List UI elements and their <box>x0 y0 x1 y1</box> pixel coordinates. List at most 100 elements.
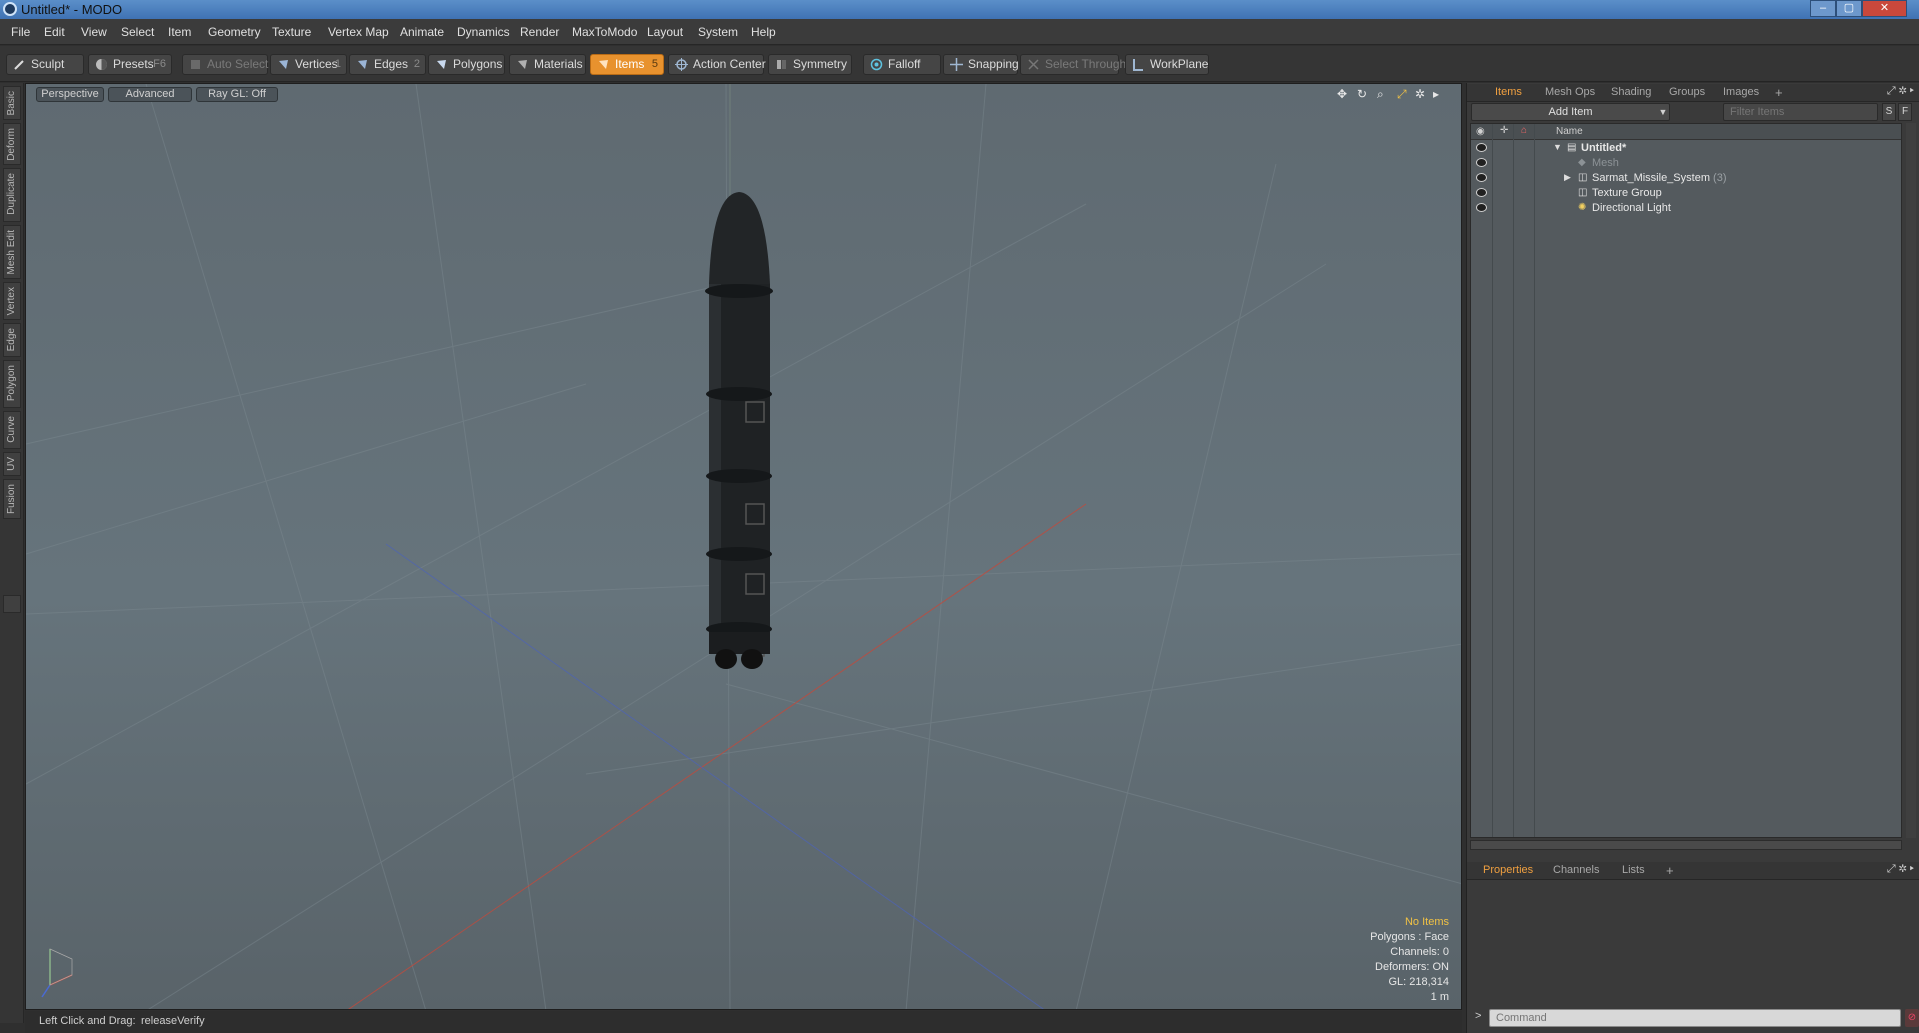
close-button[interactable]: ✕ <box>1862 0 1907 17</box>
move-view-icon[interactable]: ✥ <box>1337 87 1347 101</box>
tab-collapse[interactable] <box>3 595 21 613</box>
auto-select-button[interactable]: Auto Select <box>182 54 268 75</box>
shading-mode-dropdown[interactable]: Advanced <box>108 87 192 102</box>
tab-uv-label: UV <box>6 457 17 471</box>
symmetry-button[interactable]: Symmetry <box>768 54 852 75</box>
eye-icon[interactable] <box>1476 188 1487 197</box>
tab-uv[interactable]: UV <box>3 452 21 476</box>
main-toolbar: Sculpt Presets F6 Auto Select Vertices 1… <box>0 46 1919 82</box>
expander-icon[interactable]: ▼ <box>1553 142 1562 152</box>
chevron-down-icon[interactable]: ▼ <box>1655 103 1671 121</box>
action-center-button[interactable]: Action Center <box>668 54 766 75</box>
edges-button[interactable]: Edges 2 <box>349 54 426 75</box>
presets-button[interactable]: Presets F6 <box>88 54 172 75</box>
item-row-sarmat[interactable]: ▶ ◫ Sarmat_Missile_System (3) <box>1471 171 1901 186</box>
tab-basic[interactable]: Basic <box>3 86 21 120</box>
perspective-dropdown[interactable]: Perspective <box>36 87 104 102</box>
stop-icon[interactable]: ⊘ <box>1905 1009 1919 1027</box>
panel-options-icon[interactable]: ⤢ ✲ ▸ <box>1887 863 1914 876</box>
tab-properties[interactable]: Properties <box>1483 864 1533 876</box>
materials-label: Materials <box>534 57 583 71</box>
falloff-button[interactable]: Falloff <box>863 54 941 75</box>
minimize-button[interactable]: – <box>1810 0 1836 17</box>
item-label: Mesh <box>1592 157 1619 169</box>
item-tree-scrollbar[interactable] <box>1906 123 1916 838</box>
menu-geometry[interactable]: Geometry <box>208 25 261 39</box>
menu-layout[interactable]: Layout <box>647 25 683 39</box>
axis-gizmo <box>41 948 73 998</box>
filter-s-button[interactable]: S <box>1882 103 1896 121</box>
expander-icon[interactable]: ▶ <box>1564 172 1571 183</box>
menu-maxtomodo[interactable]: MaxToModo <box>572 25 637 39</box>
tab-curve-label: Curve <box>6 416 17 443</box>
tab-items[interactable]: Items <box>1495 86 1522 98</box>
menu-system[interactable]: System <box>698 25 738 39</box>
tab-polygon[interactable]: Polygon <box>3 360 21 408</box>
items-button[interactable]: Items 5 <box>590 54 664 75</box>
item-row-mesh[interactable]: ◆ Mesh <box>1471 156 1901 171</box>
tab-shading[interactable]: Shading <box>1611 86 1651 98</box>
eye-icon[interactable] <box>1476 143 1487 152</box>
workplane-button[interactable]: WorkPlane <box>1125 54 1209 75</box>
menu-help[interactable]: Help <box>751 25 776 39</box>
menu-view[interactable]: View <box>81 25 107 39</box>
menu-select[interactable]: Select <box>121 25 154 39</box>
tab-curve[interactable]: Curve <box>3 411 21 449</box>
filter-f-button[interactable]: F <box>1898 103 1912 121</box>
filter-items-input[interactable] <box>1723 103 1878 121</box>
settings-icon[interactable]: ✲ <box>1415 87 1425 101</box>
3d-viewport[interactable]: Perspective Advanced Ray GL: Off ✥ ↻ ⌕ ⤢… <box>25 83 1462 1010</box>
tab-mesh-edit[interactable]: Mesh Edit <box>3 225 21 279</box>
item-tree-hscrollbar[interactable] <box>1470 840 1902 850</box>
add-tab-button[interactable]: + <box>1775 85 1783 100</box>
eye-icon[interactable] <box>1476 173 1487 182</box>
menu-file[interactable]: File <box>11 25 30 39</box>
tab-edge[interactable]: Edge <box>3 323 21 357</box>
properties-panel-tabs: Properties Channels Lists + ⤢ ✲ ▸ <box>1467 862 1919 880</box>
menu-texture[interactable]: Texture <box>272 25 311 39</box>
add-item-button[interactable]: Add Item <box>1471 103 1670 121</box>
menu-vertex-map[interactable]: Vertex Map <box>328 25 389 39</box>
tab-deform[interactable]: Deform <box>3 123 21 165</box>
name-column-header[interactable]: Name <box>1556 126 1583 137</box>
panel-options-icon[interactable]: ⤢ ✲ ▸ <box>1887 85 1914 98</box>
select-through-label: Select Through <box>1045 57 1127 71</box>
polygons-button[interactable]: Polygons <box>428 54 505 75</box>
tab-mesh-ops[interactable]: Mesh Ops <box>1545 86 1595 98</box>
eye-icon[interactable] <box>1476 203 1487 212</box>
viewport-info: No Items Polygons : Face Channels: 0 Def… <box>1370 915 1449 1005</box>
tab-vertex[interactable]: Vertex <box>3 282 21 320</box>
select-through-button[interactable]: Select Through <box>1020 54 1126 75</box>
maximize-button[interactable]: ▢ <box>1836 0 1862 17</box>
menu-item[interactable]: Item <box>168 25 191 39</box>
fit-view-icon[interactable]: ⤢ <box>1397 87 1407 102</box>
snapping-button[interactable]: Snapping <box>943 54 1019 75</box>
vertices-button[interactable]: Vertices 1 <box>270 54 347 75</box>
tab-duplicate[interactable]: Duplicate <box>3 168 21 222</box>
tab-groups[interactable]: Groups <box>1669 86 1705 98</box>
rotate-view-icon[interactable]: ↻ <box>1357 87 1367 101</box>
materials-button[interactable]: Materials <box>509 54 586 75</box>
raygl-toggle[interactable]: Ray GL: Off <box>196 87 278 102</box>
menu-edit[interactable]: Edit <box>44 25 65 39</box>
symmetry-icon <box>777 60 786 69</box>
menu-dynamics[interactable]: Dynamics <box>457 25 510 39</box>
expand-arrow-icon[interactable]: ▸ <box>1433 87 1439 101</box>
sculpt-button[interactable]: Sculpt <box>6 54 84 75</box>
eye-icon[interactable] <box>1476 158 1487 167</box>
add-tab-button[interactable]: + <box>1666 863 1674 878</box>
tab-fusion[interactable]: Fusion <box>3 479 21 519</box>
tab-lists[interactable]: Lists <box>1622 864 1645 876</box>
items-shortcut: 5 <box>651 58 658 70</box>
item-row-directional-light[interactable]: ✺ Directional Light <box>1471 201 1901 216</box>
item-row-untitled[interactable]: ▼ ▤ Untitled* <box>1471 141 1901 156</box>
tab-images[interactable]: Images <box>1723 86 1759 98</box>
menu-animate[interactable]: Animate <box>400 25 444 39</box>
command-input[interactable] <box>1489 1009 1901 1027</box>
modo-app-icon <box>3 2 17 16</box>
vertices-label: Vertices <box>295 57 338 71</box>
zoom-view-icon[interactable]: ⌕ <box>1377 87 1384 102</box>
menu-render[interactable]: Render <box>520 25 559 39</box>
item-row-texture-group[interactable]: ◫ Texture Group <box>1471 186 1901 201</box>
tab-channels[interactable]: Channels <box>1553 864 1599 876</box>
